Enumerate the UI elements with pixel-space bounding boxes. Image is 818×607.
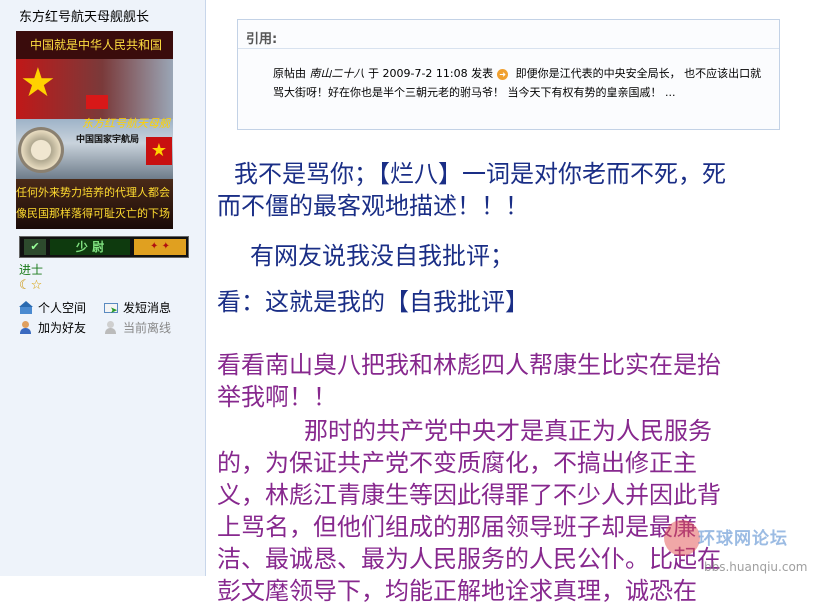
star-badge-icon: ★: [146, 137, 172, 165]
home-icon: [19, 301, 33, 314]
paragraph-5-line-5: 洁、最诚恳、最为人民服务的人民公仆。比起在: [217, 545, 721, 573]
avatar-banner-bottom-1: 任何外来势力培养的代理人都会: [16, 186, 170, 199]
rank-badge: ✔ 少 尉 ✦ ✦: [19, 236, 189, 258]
paragraph-4-line-1: 看看南山臭八把我和林彪四人帮康生比实在是抬: [217, 351, 721, 379]
paragraph-5-line-2: 的，为保证共产党不变质腐化，不搞出修正主: [217, 449, 697, 477]
rank-stars-icon: ✦ ✦: [134, 239, 186, 255]
profile-link-label: 个人空间: [38, 301, 87, 315]
paragraph-3: 看：这就是我的【自我批评】: [217, 288, 529, 316]
shield-check-icon: ✔: [24, 239, 46, 255]
online-status-label: 当前离线: [123, 321, 172, 335]
quote-author[interactable]: 南山二十八: [310, 67, 365, 80]
author-username[interactable]: 东方红号航天母舰舰长: [19, 6, 149, 25]
level-stars: ☾☆: [19, 278, 42, 293]
avatar-banner-top: 中国就是中华人民共和国: [30, 38, 163, 52]
site-logo-icon: [664, 520, 700, 556]
rank-label: 少 尉: [50, 239, 130, 255]
post-content: 引用: 原帖由 南山二十八 于 2009-7-2 11:08 发表 ➜ 即便你是江…: [206, 0, 818, 605]
add-friend-link[interactable]: 加为好友: [19, 319, 86, 336]
paragraph-4-line-2: 举我啊！！: [217, 383, 337, 411]
avatar[interactable]: 中国就是中华人民共和国 ★ 东方红号航天母舰 中国国家宇航局 ★ 任何外来势力培…: [16, 31, 173, 229]
user-add-icon: [19, 321, 33, 334]
online-status: 当前离线: [104, 319, 171, 336]
mail-icon: ➤: [104, 301, 118, 316]
star-emblem-icon: ★: [20, 60, 56, 106]
author-sidebar: 东方红号航天母舰舰长 中国就是中华人民共和国 ★ 东方红号航天母舰 中国国家宇航…: [0, 0, 206, 576]
paragraph-5-line-1: 那时的共产党中央才是真正为人民服务: [304, 417, 712, 445]
send-message-link[interactable]: ➤ 发短消息: [104, 299, 171, 316]
rank-title: 进士: [19, 263, 44, 277]
avatar-org-label: 中国国家宇航局: [76, 135, 140, 145]
jump-to-post-icon[interactable]: ➜: [497, 68, 509, 80]
paragraph-2: 有网友说我没自我批评；: [250, 242, 514, 270]
avatar-ship-label: 东方红号航天母舰: [82, 117, 170, 130]
moon-icon: ☾: [19, 278, 31, 293]
avatar-banner-bottom-2: 像民国那样落得可耻灭亡的下场: [16, 207, 170, 220]
watermark-url: bbs.huanqiu.com: [704, 560, 808, 574]
quote-divider: [238, 48, 779, 49]
rank-badge-text: 少 尉: [75, 240, 105, 254]
paragraph-1-line-1: 我不是骂你；【烂八】一词是对你老而不死，死: [234, 160, 726, 188]
paragraph-5-line-4: 上骂名，但他们组成的那届领导班子却是最廉: [217, 513, 697, 541]
add-friend-label: 加为好友: [38, 321, 87, 335]
ship-gear-graphic: [18, 127, 64, 173]
quote-prefix: 原帖由: [273, 67, 306, 80]
watermark-brand: 环球网论坛: [698, 529, 788, 549]
quote-title: 引用:: [246, 32, 278, 47]
profile-link[interactable]: 个人空间: [19, 299, 86, 316]
quote-body: 原帖由 南山二十八 于 2009-7-2 11:08 发表 ➜ 即便你是江代表的中…: [273, 64, 763, 102]
star-icon: ☆: [30, 278, 43, 293]
quote-box: 引用: 原帖由 南山二十八 于 2009-7-2 11:08 发表 ➜ 即便你是江…: [237, 19, 780, 130]
send-message-label: 发短消息: [123, 301, 172, 315]
paragraph-5-line-6: 彭文麾领导下，均能正解地诠求真理，诚恐在: [217, 577, 697, 605]
user-offline-icon: [104, 321, 118, 334]
paragraph-5-line-3: 义，林彪江青康生等因此得罪了不少人并因此背: [217, 481, 721, 509]
paragraph-1-line-2: 而不僵的最客观地描述！！！: [217, 192, 529, 220]
flag-icon: [86, 95, 108, 109]
quote-meta: 于 2009-7-2 11:08 发表: [368, 67, 494, 80]
site-watermark: 环球网论坛 bbs.huanqiu.com: [664, 520, 818, 576]
